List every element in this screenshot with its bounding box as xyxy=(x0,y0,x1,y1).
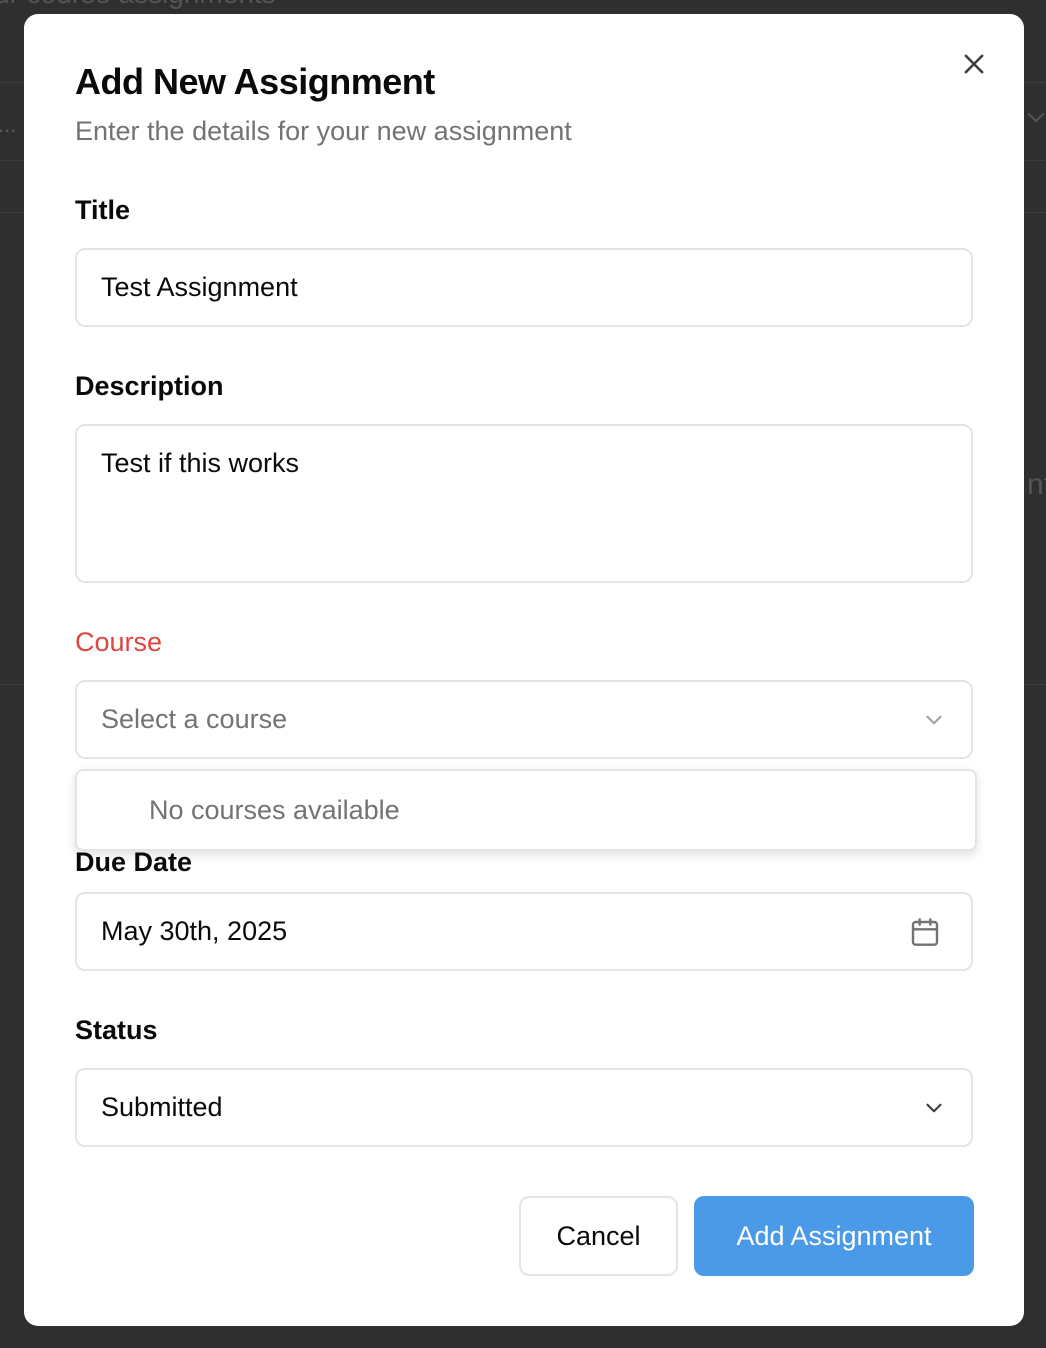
course-label: Course xyxy=(75,627,163,657)
title-input-value: Test Assignment xyxy=(101,272,298,302)
status-label: Status xyxy=(75,1015,158,1045)
description-textarea-value: Test if this works xyxy=(101,448,300,478)
calendar-icon xyxy=(911,917,939,946)
course-select-placeholder: Select a course xyxy=(101,704,288,734)
status-select[interactable]: Submitted xyxy=(75,1068,973,1147)
status-select-value: Submitted xyxy=(101,1092,223,1122)
add-assignment-button[interactable]: Add Assignment xyxy=(694,1196,974,1276)
course-dropdown-empty-message: No courses available xyxy=(149,795,400,825)
add-assignment-dialog: Add New Assignment Enter the details for… xyxy=(24,14,1024,1326)
background-overflow-dots: ... xyxy=(0,112,17,137)
due-date-value: May 30th, 2025 xyxy=(101,916,288,946)
background-chevron-icon xyxy=(1027,105,1045,123)
due-date-label: Due Date xyxy=(75,847,193,877)
course-dropdown-menu: No courses available xyxy=(75,769,977,851)
chevron-down-icon xyxy=(926,715,942,724)
close-button[interactable] xyxy=(960,50,988,78)
cancel-button[interactable]: Cancel xyxy=(519,1196,678,1276)
course-select[interactable]: Select a course xyxy=(75,680,973,759)
description-textarea[interactable]: Test if this works xyxy=(75,424,973,583)
due-date-picker[interactable]: May 30th, 2025 xyxy=(75,892,973,971)
background-page-heading: ur course assignments xyxy=(0,0,276,10)
background-text-fragment: nt xyxy=(1026,468,1046,501)
chevron-down-icon xyxy=(926,1103,942,1112)
title-label: Title xyxy=(75,195,131,225)
title-input[interactable]: Test Assignment xyxy=(75,248,973,327)
close-icon xyxy=(964,54,984,74)
dialog-subtitle: Enter the details for your new assignmen… xyxy=(75,116,572,146)
description-label: Description xyxy=(75,371,224,401)
dialog-title: Add New Assignment xyxy=(75,61,435,102)
